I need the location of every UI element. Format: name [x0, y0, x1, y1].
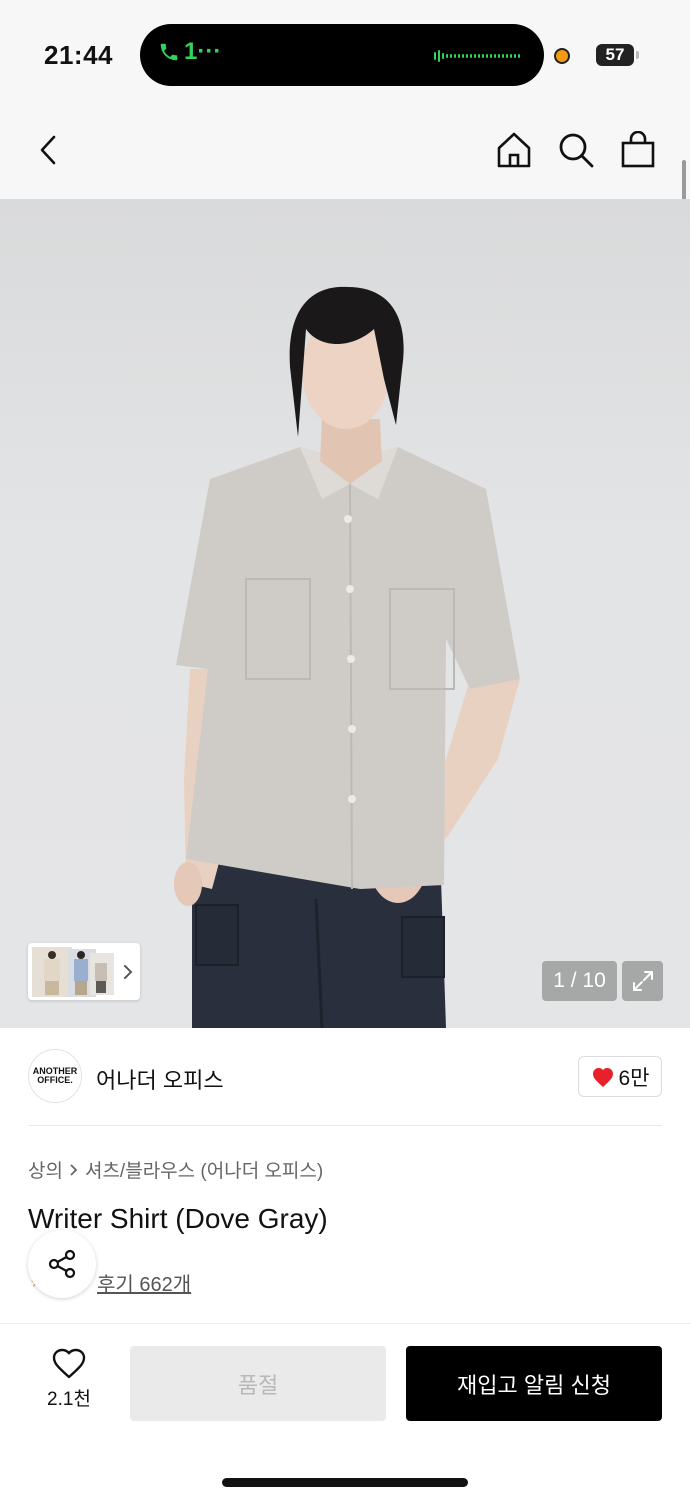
cart-button[interactable]	[618, 130, 658, 170]
image-counter: 1 / 10	[542, 961, 617, 1001]
call-indicator: 1···	[158, 38, 221, 66]
heart-outline-icon	[52, 1348, 86, 1379]
thumbnail-strip[interactable]	[28, 943, 140, 1000]
expand-icon	[632, 971, 653, 991]
recording-dot-icon	[554, 48, 570, 64]
brand-like-button[interactable]: 6만	[578, 1056, 662, 1097]
back-arrow-icon	[40, 135, 56, 165]
dynamic-island[interactable]: 1···	[140, 24, 544, 86]
wishlist-button[interactable]: 2.1천	[40, 1348, 98, 1411]
battery-level: 57	[605, 45, 625, 64]
breadcrumb: 상의 셔츠/블라우스 (어나더 오피스)	[28, 1156, 323, 1183]
audio-wave-icon	[434, 50, 520, 62]
product-model-photo	[174, 286, 520, 1028]
call-label: 1···	[184, 38, 222, 65]
cart-bag-icon	[621, 131, 655, 168]
share-button[interactable]	[28, 1230, 96, 1298]
home-indicator[interactable]	[222, 1478, 468, 1487]
share-icon	[48, 1249, 76, 1279]
search-button[interactable]	[556, 130, 596, 170]
thumbnail-chevron-icon	[124, 965, 133, 979]
brand-name[interactable]: 어나더 오피스	[96, 1063, 224, 1095]
breadcrumb-subcategory[interactable]: 셔츠/블라우스 (어나더 오피스)	[85, 1156, 323, 1183]
battery-icon: 57	[596, 44, 639, 66]
status-bar: 21:44 1··· 57	[0, 0, 690, 100]
divider	[28, 1125, 662, 1126]
breadcrumb-category[interactable]: 상의	[28, 1156, 63, 1183]
home-button[interactable]	[494, 130, 534, 170]
heart-filled-icon	[592, 1067, 613, 1087]
back-button[interactable]	[28, 130, 68, 170]
chevron-right-icon	[70, 1163, 78, 1176]
status-time: 21:44	[44, 40, 113, 70]
home-icon	[497, 132, 531, 168]
bottom-action-bar: 2.1천 품절 재입고 알림 신청	[0, 1323, 690, 1500]
brand-row[interactable]: ANOTHER OFFICE. 어나더 오피스 6만	[0, 1028, 690, 1125]
top-nav	[0, 100, 690, 199]
search-icon	[559, 133, 594, 168]
brand-logo-line2: OFFICE.	[37, 1075, 73, 1085]
product-title: Writer Shirt (Dove Gray)	[28, 1203, 328, 1234]
brand-like-count: 6만	[618, 1066, 650, 1090]
restock-alert-button[interactable]: 재입고 알림 신청	[406, 1346, 662, 1421]
brand-logo[interactable]: ANOTHER OFFICE.	[28, 1049, 82, 1103]
reviews-link[interactable]: 후기 662개	[97, 1268, 191, 1297]
product-image[interactable]: 1 / 10	[0, 199, 690, 1028]
wishlist-count: 2.1천	[47, 1389, 91, 1410]
phone-icon	[160, 43, 178, 61]
soldout-button: 품절	[130, 1346, 386, 1421]
expand-button[interactable]	[622, 961, 663, 1001]
